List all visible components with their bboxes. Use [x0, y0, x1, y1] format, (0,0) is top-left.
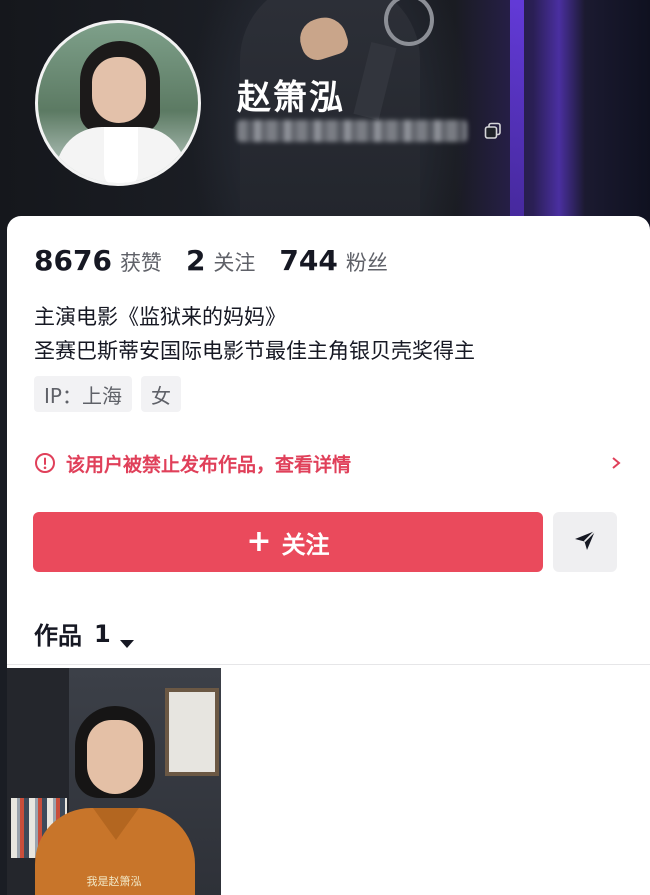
warning-circle-icon	[34, 452, 56, 474]
following-label[interactable]: 关注	[213, 247, 255, 277]
copy-icon[interactable]	[483, 121, 503, 141]
likes-count[interactable]: 8676	[34, 244, 112, 277]
thumbnail-caption: 我是赵箫泓	[86, 875, 142, 888]
profile-card: 8676 获赞 2 关注 744 粉丝 主演电影《监狱来的妈妈》 圣赛巴斯蒂安国…	[7, 216, 650, 895]
tab-divider	[7, 664, 650, 665]
banner-trophy	[384, 0, 434, 46]
followers-label[interactable]: 粉丝	[346, 247, 388, 277]
tab-works[interactable]: 作品 1	[34, 616, 135, 651]
bio-line-1: 主演电影《监狱来的妈妈》	[34, 305, 286, 329]
banner-light-band	[510, 0, 524, 230]
caret-down-icon	[119, 628, 135, 648]
following-count[interactable]: 2	[186, 244, 205, 277]
profile-stats: 8676 获赞 2 关注 744 粉丝	[34, 244, 412, 277]
profile-name: 赵箫泓	[237, 78, 345, 118]
send-arrow-icon	[572, 527, 598, 557]
tag-gender: 女	[140, 376, 181, 412]
profile-uid-row	[237, 118, 503, 144]
likes-label[interactable]: 获赞	[120, 247, 162, 277]
profile-bio: 主演电影《监狱来的妈妈》 圣赛巴斯蒂安国际电影节最佳主角银贝壳奖得主	[34, 300, 475, 368]
bio-line-2: 圣赛巴斯蒂安国际电影节最佳主角银贝壳奖得主	[34, 339, 475, 363]
ban-notice[interactable]: 该用户被禁止发布作品，查看详情	[34, 448, 624, 478]
plus-icon: +	[246, 524, 272, 559]
send-message-button[interactable]	[553, 512, 617, 572]
tag-ip-location: IP：上海	[34, 376, 132, 412]
video-thumbnail[interactable]: 我是赵箫泓	[7, 668, 221, 895]
follow-button[interactable]: + 关注	[33, 512, 543, 572]
avatar[interactable]	[35, 20, 201, 186]
followers-count[interactable]: 744	[279, 244, 337, 277]
profile-uid-blurred	[237, 120, 467, 142]
ban-notice-text: 该用户被禁止发布作品，查看详情	[66, 453, 352, 476]
chevron-right-icon	[608, 455, 624, 471]
follow-button-label: 关注	[281, 530, 330, 559]
works-label: 作品	[34, 622, 82, 650]
profile-tags: IP：上海 女	[34, 376, 190, 412]
works-count: 1	[94, 619, 111, 648]
